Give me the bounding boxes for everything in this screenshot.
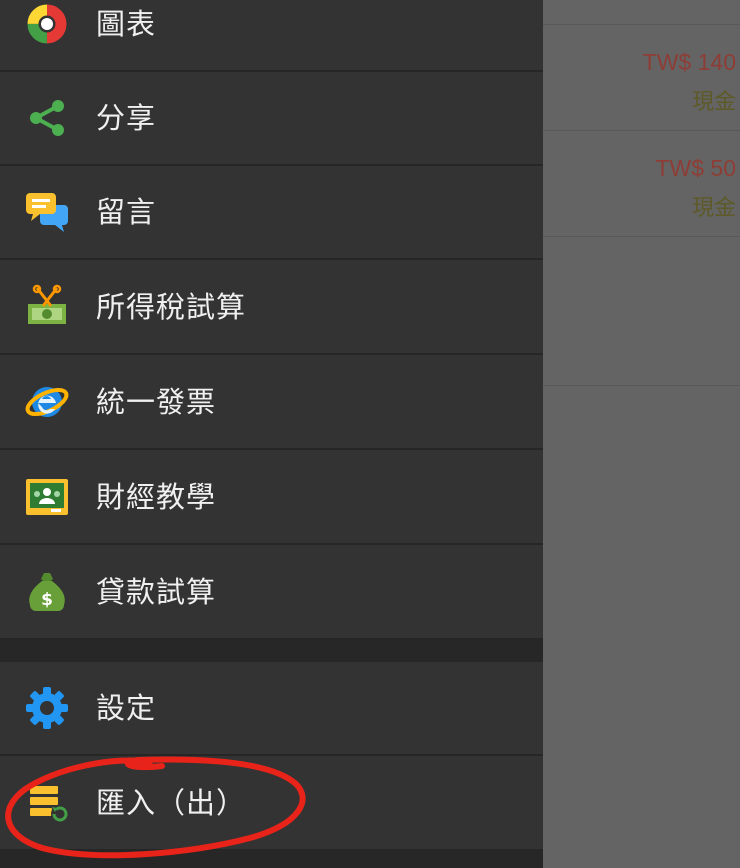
drawer-item-label: 貸款試算 [96, 575, 217, 609]
share-icon [24, 95, 70, 141]
drawer-section-divider [0, 640, 543, 662]
drawer-item-label: 所得稅試算 [96, 290, 247, 324]
drawer-item-feedback[interactable]: 留言 [0, 166, 543, 260]
payment-method: 現金 [691, 89, 736, 114]
payment-method: 現金 [691, 195, 736, 220]
drawer-item-charts[interactable]: 圖表 [0, 0, 543, 72]
drawer-item-label: 圖表 [96, 7, 157, 41]
classroom-board-icon [24, 474, 70, 520]
drawer-item-label: 留言 [96, 195, 157, 229]
transaction-row[interactable]: TW$ 140 現金 [543, 25, 740, 131]
chat-bubbles-icon [24, 189, 70, 235]
money-bag-icon: $ [24, 569, 70, 615]
drawer-item-import-export[interactable]: 匯入（出） [0, 757, 543, 851]
money-scissors-icon [24, 284, 70, 330]
internet-explorer-icon [24, 379, 70, 425]
drawer-item-income-tax-calculator[interactable]: 所得稅試算 [0, 261, 543, 355]
navigation-drawer: 圖表 分享 留言 所得稅試算 統一發票 財經教學 $ 貸款試算 設定 匯入（出） [0, 0, 543, 868]
drawer-item-settings[interactable]: 設定 [0, 662, 543, 756]
drawer-item-label: 分享 [96, 101, 157, 135]
background-transaction-list: TW$ 140 現金 TW$ 50 現金 [543, 0, 740, 868]
drawer-item-loan-calculator[interactable]: $ 貸款試算 [0, 546, 543, 640]
import-export-icon [24, 780, 70, 826]
transaction-amount: TW$ 140 [642, 49, 736, 75]
drawer-item-label: 匯入（出） [96, 786, 247, 820]
pie-chart-icon [24, 1, 70, 47]
drawer-item-share[interactable]: 分享 [0, 72, 543, 166]
transaction-row-empty [543, 237, 740, 386]
drawer-item-invoice-lottery[interactable]: 統一發票 [0, 356, 543, 450]
gear-icon [24, 685, 70, 731]
drawer-item-finance-tutorial[interactable]: 財經教學 [0, 451, 543, 545]
svg-text:$: $ [41, 590, 53, 610]
drawer-bottom-edge [0, 851, 543, 868]
transaction-row-partial [543, 0, 740, 25]
drawer-item-label: 財經教學 [96, 480, 217, 514]
transaction-row[interactable]: TW$ 50 現金 [543, 131, 740, 237]
transaction-amount: TW$ 50 [655, 155, 736, 181]
drawer-item-label: 統一發票 [96, 385, 217, 419]
drawer-item-label: 設定 [96, 691, 157, 725]
